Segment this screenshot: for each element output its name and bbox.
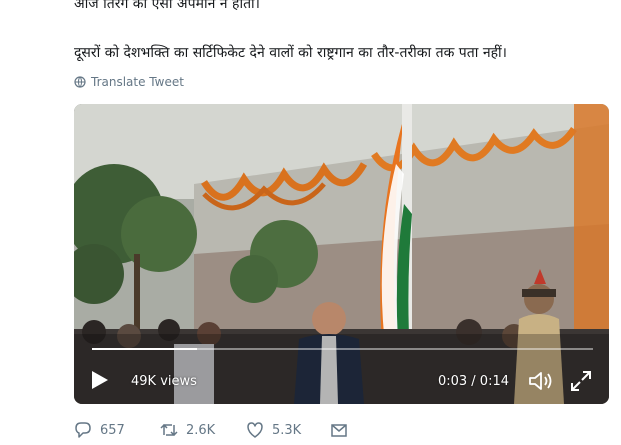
video-time: 0:03 / 0:14: [437, 374, 509, 389]
reply-count: 657: [100, 422, 125, 438]
like-icon: [247, 422, 263, 438]
like-button[interactable]: 5.3K: [246, 421, 301, 439]
reply-button[interactable]: 657: [74, 421, 125, 439]
play-icon[interactable]: [91, 370, 109, 390]
progress-fill: [92, 348, 198, 350]
progress-bar[interactable]: [92, 348, 593, 350]
reply-icon: [75, 422, 91, 438]
view-count: 49K views: [131, 374, 197, 389]
direct-message-button[interactable]: [330, 421, 348, 439]
globe-icon: [74, 76, 86, 88]
video-player[interactable]: 49K views 0:03 / 0:14: [74, 104, 609, 404]
like-count: 5.3K: [272, 422, 302, 438]
dm-icon: [331, 424, 347, 437]
translate-tweet-link[interactable]: Translate Tweet: [74, 75, 184, 89]
tweet-text-line-2: दूसरों को देशभक्ति का सर्टिफिकेट देने वा…: [74, 45, 507, 61]
tweet-actions: 657 2.6K 5.3K: [74, 421, 374, 439]
retweet-count: 2.6K: [186, 422, 216, 438]
fullscreen-icon[interactable]: [570, 370, 592, 392]
tweet-text-line-1: आज तिरंगे का ऐसा अपमान न होता।: [74, 0, 260, 12]
retweet-button[interactable]: 2.6K: [160, 421, 215, 439]
video-frame: [74, 104, 609, 404]
retweet-icon: [160, 423, 178, 437]
translate-label: Translate Tweet: [91, 75, 184, 89]
volume-icon[interactable]: [527, 370, 553, 392]
